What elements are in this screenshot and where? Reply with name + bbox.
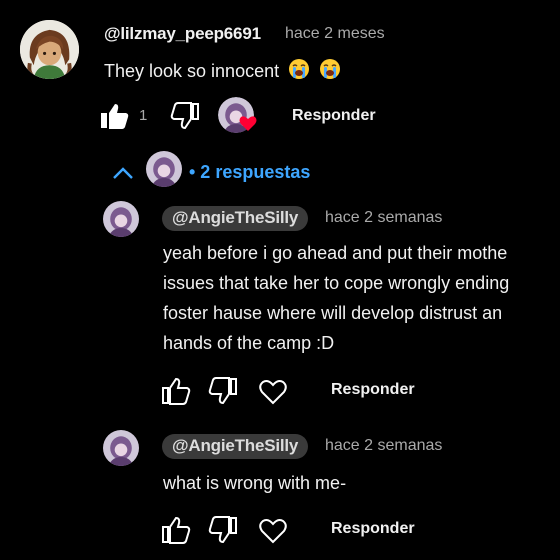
heart-outline-icon[interactable] [259,379,287,405]
avatar-illustration [20,20,79,79]
reply-timestamp[interactable]: hace 2 semanas [325,209,442,227]
like-count: 1 [139,107,148,124]
reply-reply-button[interactable]: Responder [331,381,415,399]
like-icon[interactable] [161,516,191,544]
heart-outline-icon[interactable] [259,518,287,544]
reply-reply-button[interactable]: Responder [331,520,415,538]
dislike-icon[interactable] [170,102,200,130]
reply-text-line: hands of the camp :D [163,333,335,353]
comment-thread: @lilzmay_peep6691 hace 2 meses They look… [0,0,560,560]
chevron-up-icon[interactable] [112,166,134,180]
reply-text-line: yeah before i go ahead and put their mot… [163,243,508,263]
reply-username-chip[interactable]: @AngieTheSilly [162,434,309,459]
dislike-icon[interactable] [208,377,238,405]
comment-text: They look so innocent [104,61,280,81]
dislike-icon[interactable] [208,516,238,544]
replier-avatar-small [146,151,182,187]
commenter-avatar[interactable] [20,20,79,79]
like-filled-icon[interactable] [100,102,130,130]
heart-icon [239,115,257,132]
comment-timestamp[interactable]: hace 2 meses [285,25,385,43]
reply-avatar[interactable] [103,430,139,466]
loudly-crying-face-icon [319,58,341,85]
reply-avatar[interactable] [103,201,139,237]
like-icon[interactable] [161,377,191,405]
comment-text-row: They look so innocent [104,58,341,85]
comment-reply-button[interactable]: Responder [292,107,376,125]
reply-username-chip[interactable]: @AngieTheSilly [162,206,309,231]
reply-text-line: what is wrong with me- [163,473,347,493]
reply-timestamp[interactable]: hace 2 semanas [325,437,442,455]
replies-toggle-button[interactable]: • 2 respuestas [189,162,310,183]
commenter-username[interactable]: @lilzmay_peep6691 [104,24,261,44]
reply-text-line: issues that take her to cope wrongly end… [163,273,510,293]
reply-text-line: foster hause where will develop distrust… [163,303,503,323]
loudly-crying-face-icon [288,58,310,85]
